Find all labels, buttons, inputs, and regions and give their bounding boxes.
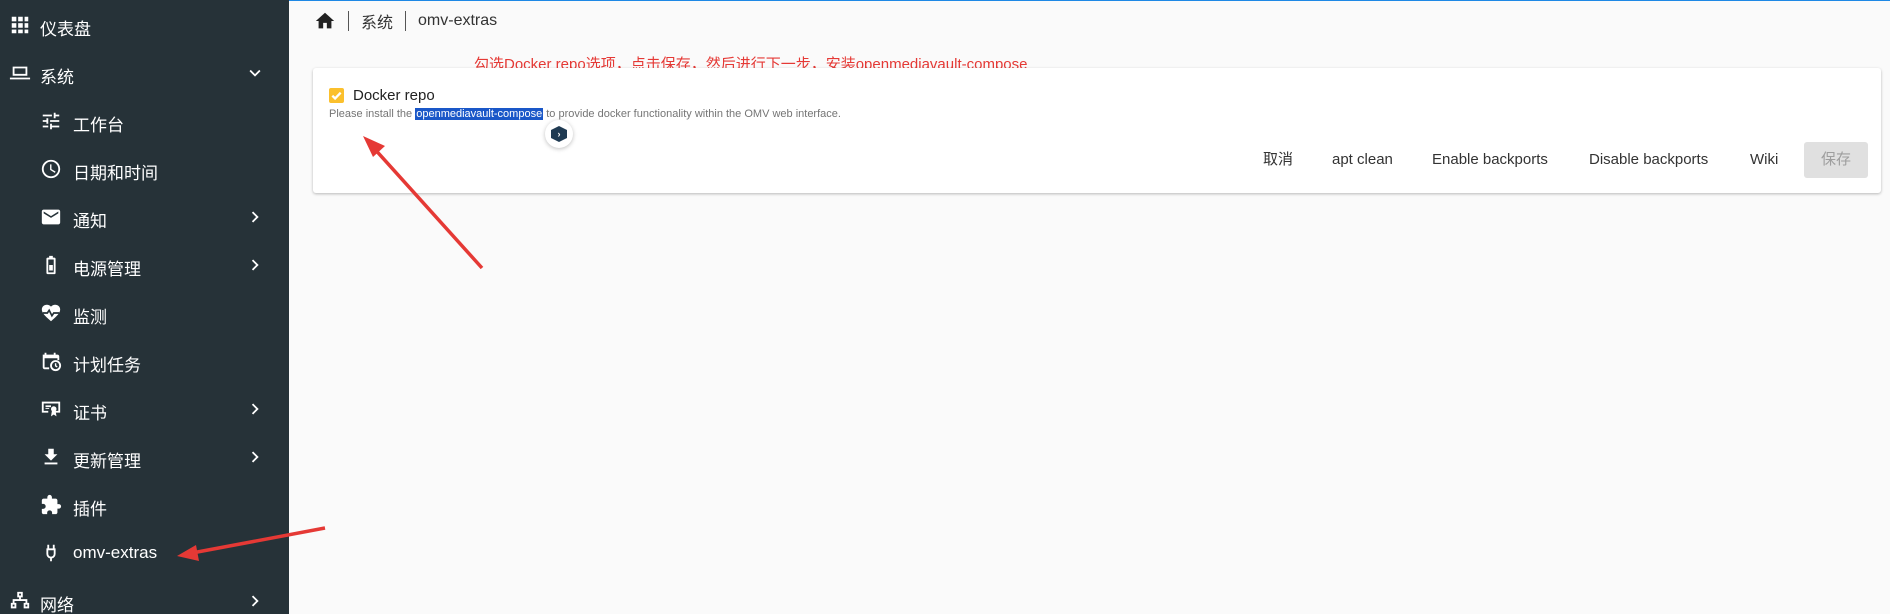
sidebar-item-power-management[interactable]: 电源管理 <box>0 243 289 287</box>
translate-icon: › <box>551 126 567 142</box>
chevron-right-icon <box>244 446 266 468</box>
download-icon <box>39 445 63 469</box>
sidebar-item-label: 仪表盘 <box>40 20 91 39</box>
docker-repo-row: Docker repo <box>329 87 435 104</box>
sidebar: 仪表盘 系统 工作台 日期和时间 通知 电源管理 监测 计划任务 证书 更新管理… <box>0 0 289 614</box>
translate-tooltip-button[interactable]: › <box>545 120 573 148</box>
sidebar-item-label: 监测 <box>73 308 107 327</box>
sidebar-item-label: 电源管理 <box>73 260 141 279</box>
mail-icon <box>39 205 63 229</box>
puzzle-icon <box>39 493 63 517</box>
breadcrumb: 系统 omv-extras <box>314 8 497 34</box>
chevron-right-icon <box>244 254 266 276</box>
sidebar-item-label: 工作台 <box>73 116 124 135</box>
laptop-icon <box>8 61 32 85</box>
top-accent-line <box>289 0 1890 1</box>
breadcrumb-separator <box>348 11 349 31</box>
dashboard-grid-icon <box>8 13 32 37</box>
chevron-right-icon <box>244 206 266 228</box>
apt-clean-button[interactable]: apt clean <box>1324 142 1401 178</box>
disable-backports-button[interactable]: Disable backports <box>1581 142 1716 178</box>
hint-selected-text: openmediavault-compose <box>415 108 544 120</box>
chevron-down-icon <box>244 62 266 84</box>
sidebar-item-certificates[interactable]: 证书 <box>0 387 289 431</box>
sidebar-item-plugins[interactable]: 插件 <box>0 483 289 527</box>
sidebar-item-notification[interactable]: 通知 <box>0 195 289 239</box>
sidebar-item-scheduled-tasks[interactable]: 计划任务 <box>0 339 289 383</box>
sidebar-item-network[interactable]: 网络 <box>0 579 289 614</box>
breadcrumb-item-system[interactable]: 系统 <box>361 9 393 33</box>
docker-repo-hint: Please install the openmediavault-compos… <box>329 108 841 120</box>
hint-text-before: Please install the <box>329 108 416 120</box>
sidebar-item-label: 插件 <box>73 500 107 519</box>
sidebar-item-monitoring[interactable]: 监测 <box>0 291 289 335</box>
sidebar-item-label: 更新管理 <box>73 452 141 471</box>
wiki-button[interactable]: Wiki <box>1742 142 1786 178</box>
heart-pulse-icon <box>39 301 63 325</box>
enable-backports-button[interactable]: Enable backports <box>1424 142 1556 178</box>
battery-icon <box>39 253 63 277</box>
sidebar-item-workbench[interactable]: 工作台 <box>0 99 289 143</box>
certificate-icon <box>39 397 63 421</box>
sidebar-item-omv-extras[interactable]: omv-extras <box>0 531 289 575</box>
hint-text-after: to provide docker functionality within t… <box>543 108 841 120</box>
save-button[interactable]: 保存 <box>1804 142 1868 178</box>
chevron-right-icon <box>244 398 266 420</box>
sidebar-item-label: 日期和时间 <box>73 164 158 183</box>
chevron-right-icon <box>244 590 266 612</box>
check-icon <box>331 91 342 101</box>
docker-repo-label: Docker repo <box>353 87 435 104</box>
sidebar-item-label: 网络 <box>40 596 74 614</box>
sidebar-item-date-time[interactable]: 日期和时间 <box>0 147 289 191</box>
sidebar-item-label: 系统 <box>40 68 74 87</box>
clock-icon <box>39 157 63 181</box>
sidebar-item-dashboard[interactable]: 仪表盘 <box>0 3 289 47</box>
sidebar-item-label: 通知 <box>73 212 107 231</box>
sidebar-item-system[interactable]: 系统 <box>0 51 289 95</box>
calendar-clock-icon <box>39 349 63 373</box>
power-plug-icon <box>39 541 63 565</box>
tune-icon <box>39 109 63 133</box>
breadcrumb-item-omv-extras: omv-extras <box>418 12 498 29</box>
breadcrumb-separator <box>405 11 407 31</box>
sidebar-item-label: 证书 <box>73 404 107 423</box>
network-icon <box>8 589 32 613</box>
cancel-button[interactable]: 取消 <box>1255 142 1301 178</box>
sidebar-item-label: omv-extras <box>73 543 158 562</box>
sidebar-item-update-management[interactable]: 更新管理 <box>0 435 289 479</box>
home-icon[interactable] <box>314 10 336 32</box>
sidebar-item-label: 计划任务 <box>73 356 141 375</box>
docker-repo-checkbox[interactable] <box>329 88 344 103</box>
